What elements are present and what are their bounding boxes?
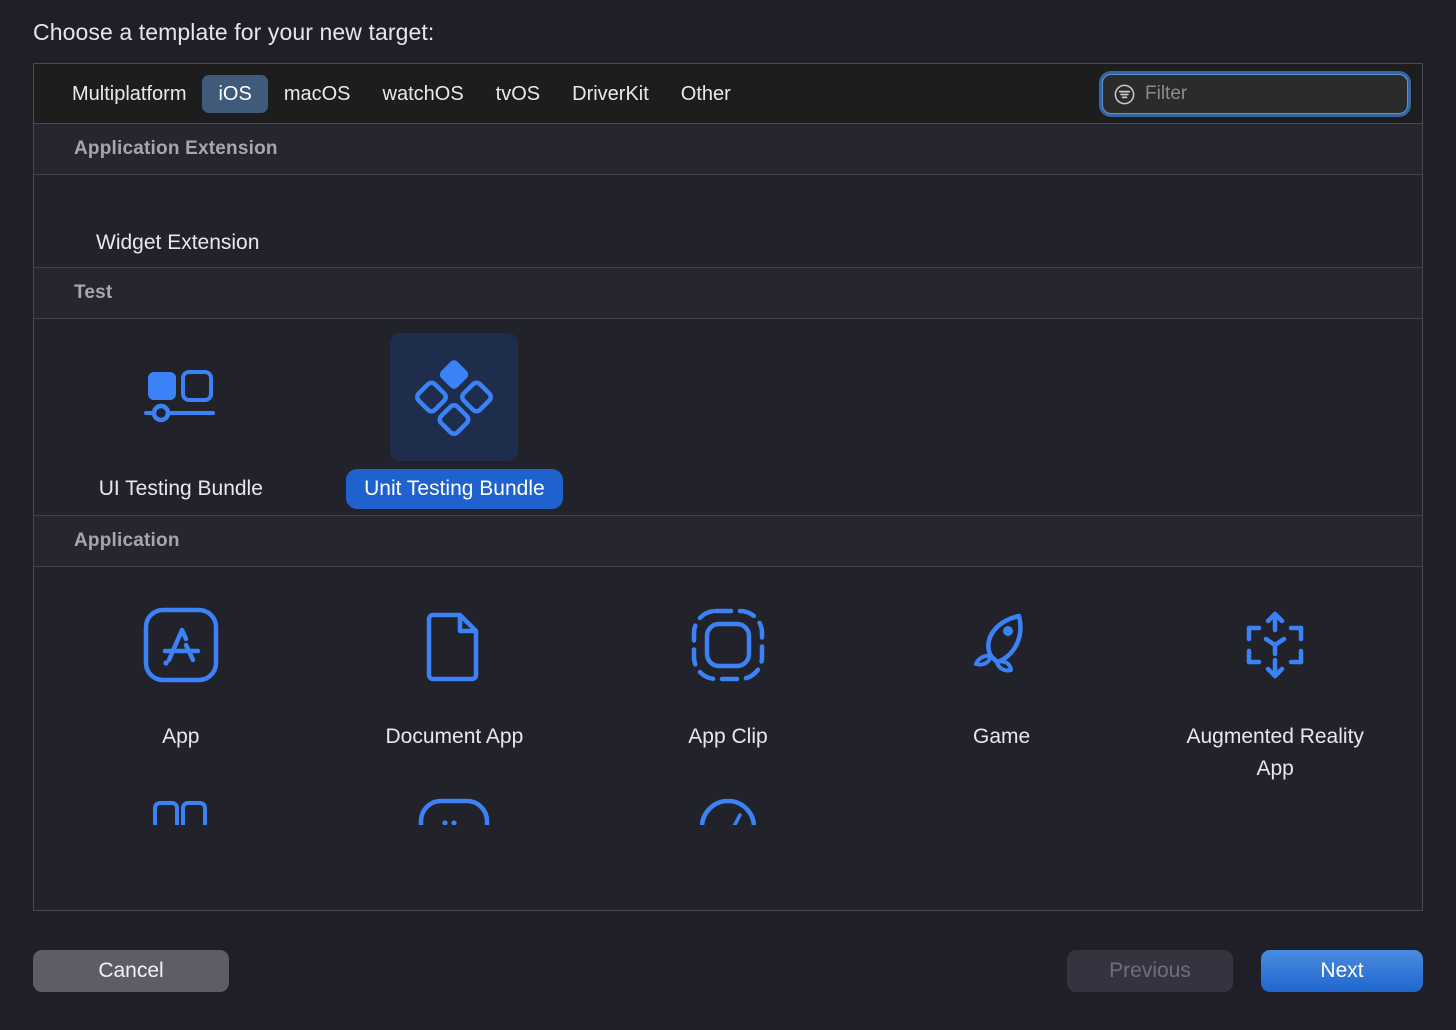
- unit-testing-bundle-icon: [415, 360, 494, 436]
- next-button[interactable]: Next: [1261, 950, 1423, 992]
- application-template-grid: App Document App App Clip Game Augmented…: [34, 567, 1422, 795]
- section-header-application: Application: [34, 515, 1422, 567]
- clipped-tile-empty: [865, 795, 1139, 825]
- tile-icon-box: [390, 581, 518, 709]
- template-list[interactable]: Application Extension Widget Extension T…: [34, 124, 1422, 910]
- template-chooser-panel: Multiplatform iOS macOS watchOS tvOS Dri…: [33, 63, 1423, 911]
- platform-tab-bar: Multiplatform iOS macOS watchOS tvOS Dri…: [34, 64, 1422, 124]
- tile-icon-box: [117, 581, 245, 709]
- section-header-test: Test: [34, 267, 1422, 319]
- tab-driverkit[interactable]: DriverKit: [556, 75, 665, 113]
- template-tile-game[interactable]: Game: [865, 567, 1139, 795]
- tile-icon-box: [1211, 581, 1339, 709]
- augmented-reality-icon: [1246, 611, 1304, 679]
- document-icon: [427, 612, 479, 682]
- section-body-application: App Document App App Clip Game Augmented…: [34, 567, 1422, 825]
- messages-app-icon: [419, 798, 490, 825]
- clipped-tile[interactable]: [591, 795, 865, 825]
- template-tile-unit-testing-bundle[interactable]: Unit Testing Bundle: [318, 319, 592, 515]
- tab-tvos[interactable]: tvOS: [480, 75, 556, 113]
- tile-icon-box: [938, 581, 1066, 709]
- tab-ios[interactable]: iOS: [202, 74, 268, 113]
- clipped-template-row: [34, 795, 1422, 825]
- page-title: Choose a template for your new target:: [33, 19, 435, 45]
- tile-label: UI Testing Bundle: [98, 477, 263, 500]
- section-header-application-extension: Application Extension: [34, 124, 1422, 175]
- tab-watchos[interactable]: watchOS: [367, 75, 480, 113]
- dialog-footer: Cancel Previous Next: [0, 912, 1456, 1030]
- tile-icon-box: [117, 333, 245, 461]
- template-tile-augmented-reality-app[interactable]: Augmented Reality App: [1138, 567, 1412, 795]
- grid-spacer: [591, 319, 865, 515]
- app-clip-icon: [691, 608, 765, 682]
- section-body-test: UI Testing Bundle Unit Testing Bundle: [34, 319, 1422, 515]
- template-tile-document-app[interactable]: Document App: [318, 567, 592, 795]
- ui-testing-bundle-icon: [143, 370, 215, 423]
- tile-icon-box: [390, 333, 519, 461]
- filter-field[interactable]: [1102, 74, 1408, 114]
- grid-spacer: [865, 319, 1139, 515]
- template-tile-app-clip[interactable]: App Clip: [591, 567, 865, 795]
- template-tile-ui-testing-bundle[interactable]: UI Testing Bundle: [44, 319, 318, 515]
- tile-icon-box: [664, 581, 792, 709]
- tab-macos[interactable]: macOS: [268, 75, 367, 113]
- new-target-template-dialog: Choose a template for your new target: M…: [0, 0, 1456, 1030]
- tile-label: Widget Extension: [96, 231, 260, 254]
- tile-label: Unit Testing Bundle: [346, 469, 563, 509]
- clipped-tile[interactable]: [44, 795, 318, 825]
- template-tile-widget-extension[interactable]: Widget Extension: [34, 175, 1422, 267]
- safari-extension-icon: [699, 798, 757, 825]
- tile-label: App: [162, 725, 200, 748]
- grid-spacer: [1138, 319, 1412, 515]
- clipped-tile[interactable]: [318, 795, 592, 825]
- cancel-button[interactable]: Cancel: [33, 950, 229, 992]
- sticker-pack-icon: [152, 801, 207, 825]
- previous-button[interactable]: Previous: [1067, 950, 1233, 992]
- tab-multiplatform[interactable]: Multiplatform: [56, 75, 202, 113]
- tile-label: Game: [973, 725, 1031, 748]
- tab-other[interactable]: Other: [665, 75, 747, 113]
- template-tile-app[interactable]: App: [44, 567, 318, 795]
- search-input[interactable]: [1145, 83, 1397, 105]
- tile-label: Document App: [385, 725, 524, 748]
- tile-label: Augmented Reality App: [1186, 725, 1364, 780]
- clipped-tile-empty: [1138, 795, 1412, 825]
- tile-label: App Clip: [688, 725, 768, 748]
- app-store-icon: [143, 607, 219, 683]
- rocket-icon: [973, 613, 1023, 673]
- filter-icon: [1114, 84, 1135, 104]
- section-body-application-extension: Widget Extension: [34, 175, 1422, 267]
- test-template-grid: UI Testing Bundle Unit Testing Bundle: [34, 319, 1422, 515]
